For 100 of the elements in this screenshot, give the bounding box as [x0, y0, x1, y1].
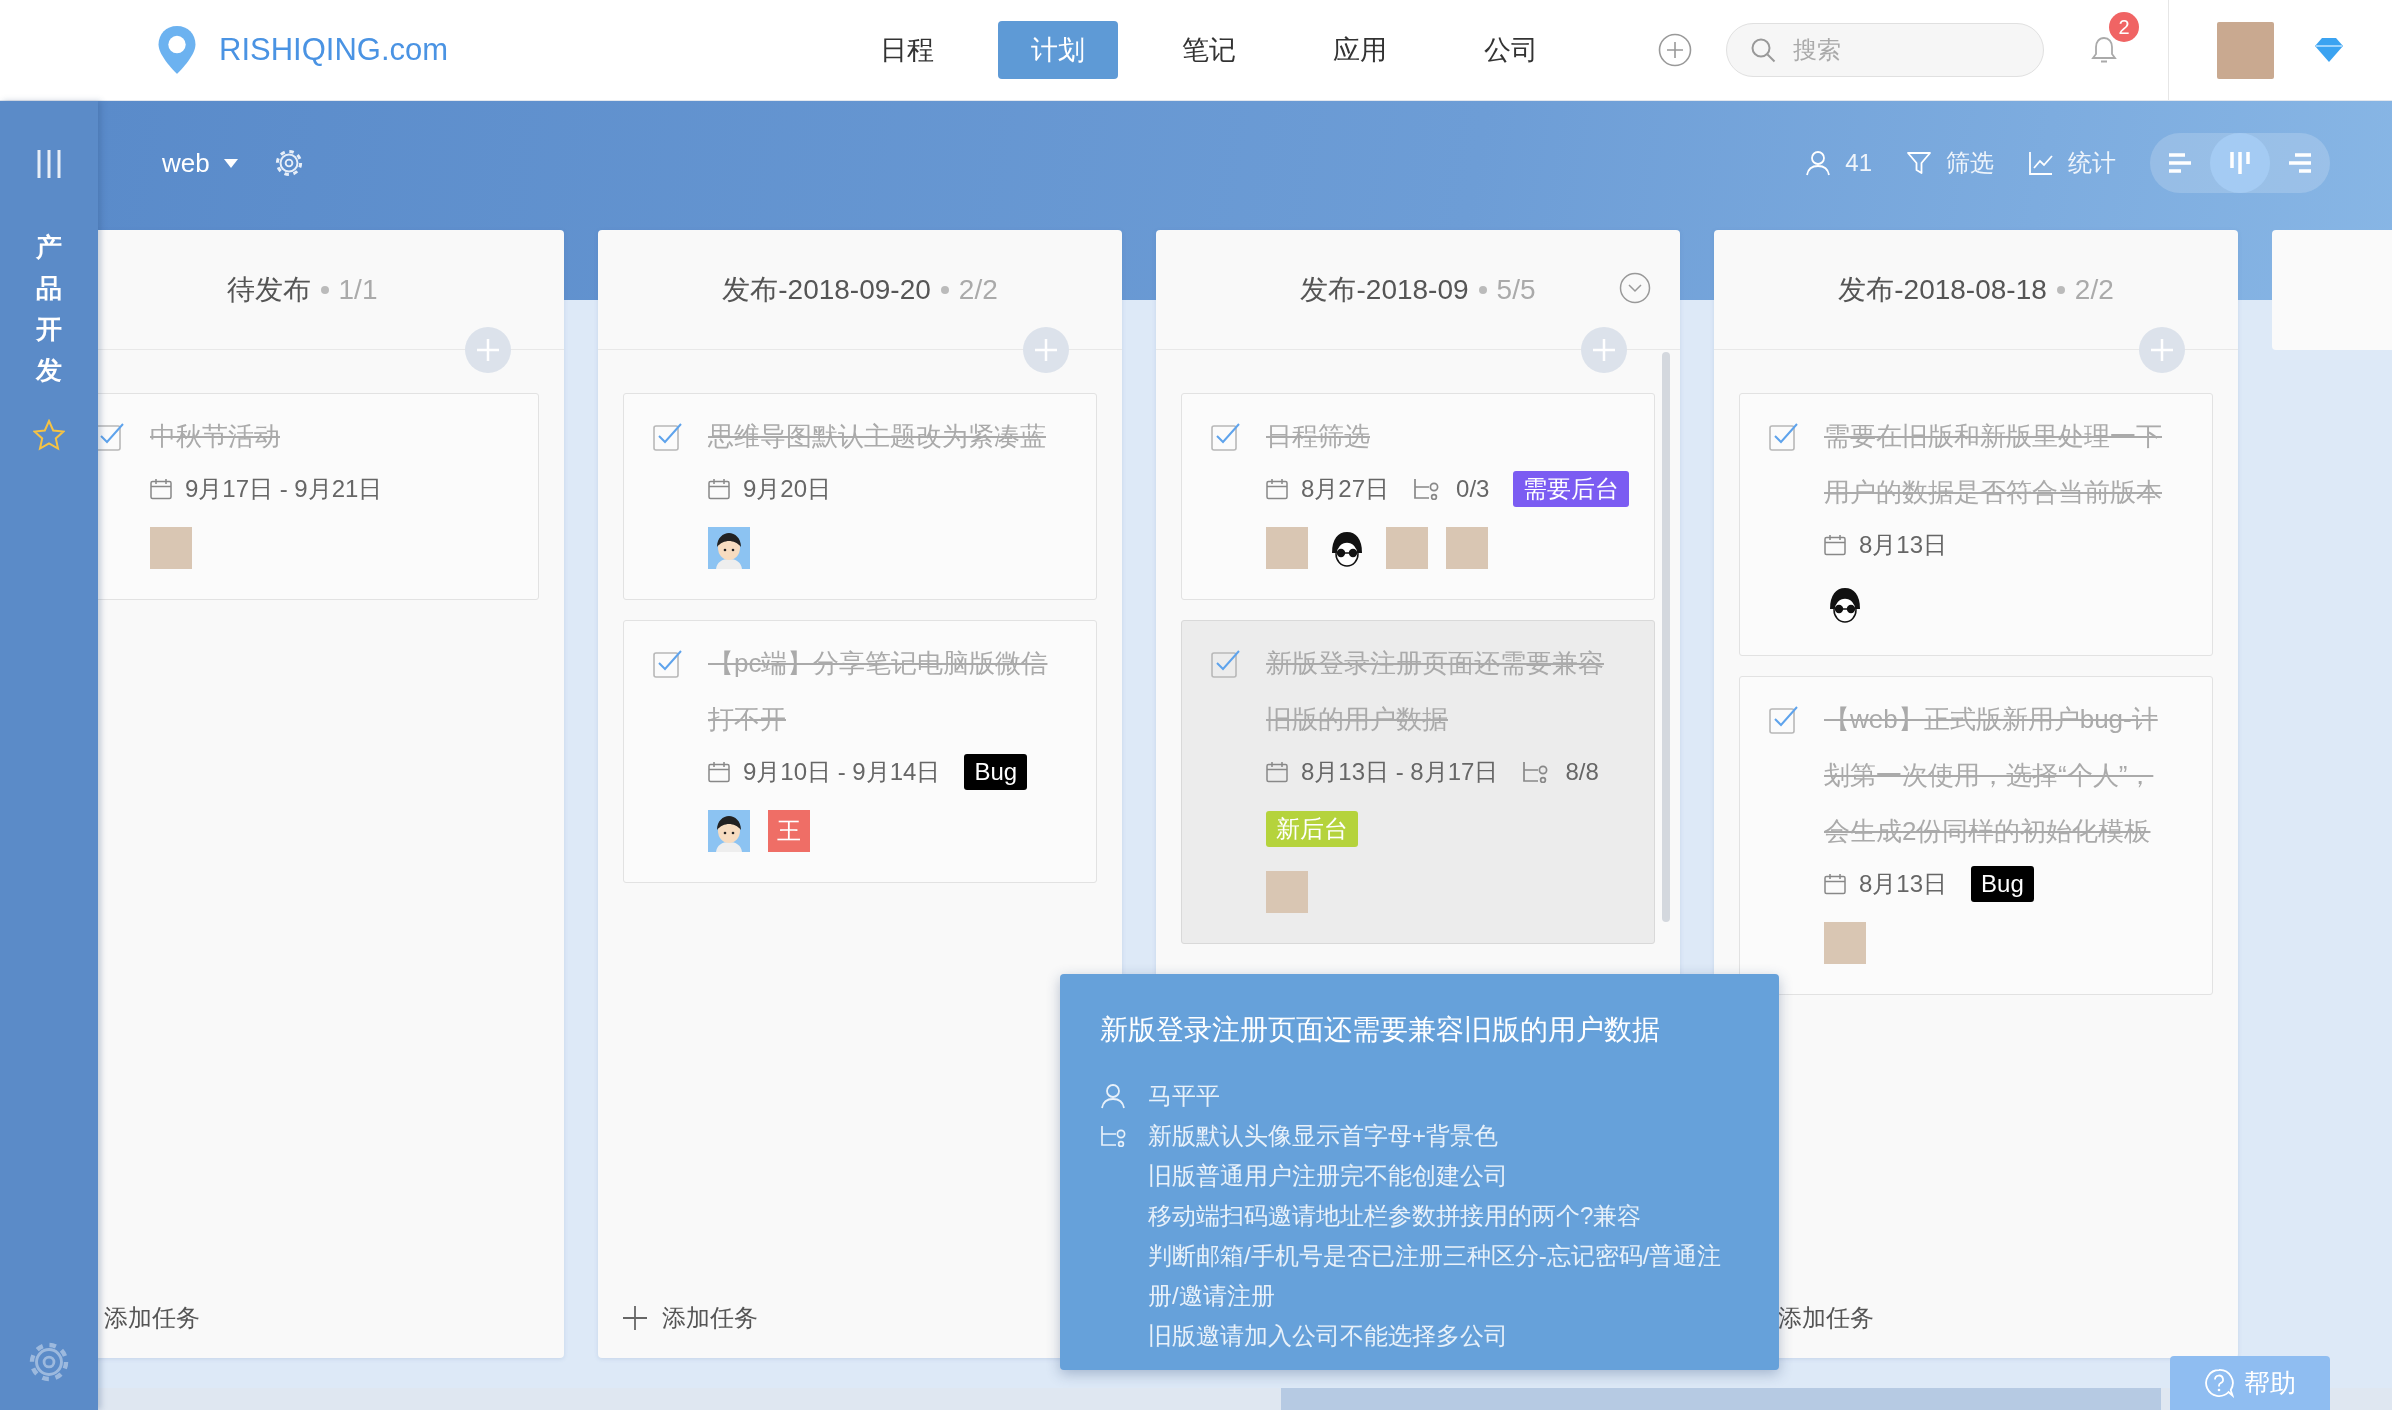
- help-icon: [2204, 1368, 2234, 1398]
- task-title: 日程筛选: [1266, 420, 1371, 453]
- checkbox-icon[interactable]: [653, 648, 683, 678]
- subtask-item: 移动端扫码邀请地址栏参数拼接用的两个?兼容: [1148, 1201, 1643, 1231]
- project-name: 产品开发: [36, 231, 62, 387]
- caret-icon: [223, 158, 238, 168]
- task-card[interactable]: 【pc端】分享笔记电脑版微信打不开 9月10日 - 9月14日 Bug 王: [623, 620, 1097, 883]
- subtask-item: 旧版邀请加入公司不能选择多公司: [1148, 1321, 1509, 1351]
- task-date: 8月27日: [1301, 474, 1390, 504]
- subtask-count: 8/8: [1565, 758, 1599, 786]
- task-title: 新版登录注册页面还需要兼容旧版的用户数据: [1266, 647, 1605, 736]
- settings-icon[interactable]: [273, 148, 304, 178]
- timeline-view-icon: [2287, 150, 2313, 176]
- column-count: 1/1: [338, 273, 378, 306]
- plus-icon: [476, 338, 500, 362]
- logo-text[interactable]: RISHIQING.com: [219, 32, 449, 68]
- checkbox-icon[interactable]: [653, 421, 683, 451]
- add-task-button[interactable]: [1581, 327, 1627, 373]
- separator-dot-icon: [940, 285, 949, 294]
- column-count: 2/2: [958, 273, 998, 306]
- column-count: 5/5: [1496, 273, 1536, 306]
- checkbox-icon[interactable]: [1769, 421, 1799, 451]
- avatar-photo: [1266, 871, 1308, 913]
- plus-icon: [1592, 338, 1616, 362]
- task-date: 9月17日 - 9月21日: [185, 474, 383, 504]
- avatar-photo: [150, 527, 192, 569]
- task-card[interactable]: 需要在旧版和新版里处理一下用户的数据是否符合当前版本 8月13日: [1739, 393, 2213, 656]
- task-date: 8月13日: [1859, 530, 1948, 560]
- add-task-button[interactable]: 添加任务: [98, 1302, 200, 1334]
- subtask-item: 新版默认头像显示首字母+背景色: [1148, 1121, 1499, 1151]
- settings-icon[interactable]: [27, 1340, 71, 1384]
- task-title: 思维导图默认主题改为紧凑蓝: [708, 420, 1047, 453]
- subtask-item: 判断邮箱/手机号是否已注册三种区分-忘记密码/普通注册/邀请注册: [1148, 1241, 1723, 1311]
- task-title: 【web】正式版新用户bug-计划第一次使用，选择“个人”，会生成2份同样的初始化模板: [1824, 703, 2159, 848]
- menu-icon[interactable]: [35, 148, 63, 180]
- plus-icon: [2150, 338, 2174, 362]
- add-task-button[interactable]: 添加任务: [622, 1302, 758, 1334]
- separator-dot-icon: [2056, 285, 2065, 294]
- subtask-count: 0/3: [1456, 475, 1490, 503]
- task-title: 需要在旧版和新版里处理一下用户的数据是否符合当前版本: [1824, 420, 2163, 509]
- checkbox-icon[interactable]: [98, 421, 125, 451]
- nav-tab[interactable]: 计划: [998, 21, 1118, 79]
- task-date: 8月13日 - 8月17日: [1301, 757, 1499, 787]
- search-field[interactable]: 搜索: [1726, 23, 2044, 77]
- task-card[interactable]: 新版登录注册页面还需要兼容旧版的用户数据 8月13日 - 8月17日 8/8 新后台: [1181, 620, 1655, 944]
- filter-icon: [1906, 150, 1932, 176]
- task-tag: 新后台: [1266, 811, 1358, 847]
- column-title: 发布-2018-09-20: [722, 272, 931, 307]
- task-tag: Bug: [964, 754, 1028, 790]
- calendar-icon: [1266, 478, 1288, 500]
- calendar-icon: [150, 478, 172, 500]
- checkbox-icon[interactable]: [1769, 704, 1799, 734]
- user-icon: [1805, 150, 1832, 176]
- avatar-photo: [1266, 527, 1308, 569]
- nav-tab[interactable]: 日程: [847, 21, 967, 79]
- add-task-button[interactable]: [465, 327, 511, 373]
- task-card[interactable]: 中秋节活动 9月17日 - 9月21日: [98, 393, 539, 600]
- task-card[interactable]: 日程筛选 8月27日 0/3 需要后台: [1181, 393, 1655, 600]
- initial-avatar: 王: [768, 810, 810, 852]
- task-card[interactable]: 【web】正式版新用户bug-计划第一次使用，选择“个人”，会生成2份同样的初始化模板 8月13日 Bug: [1739, 676, 2213, 995]
- avatar-photo: [1386, 527, 1428, 569]
- list-view-icon: [2167, 150, 2193, 176]
- cartoon-avatar-icon: [708, 810, 750, 852]
- task-date: 9月20日: [743, 474, 832, 504]
- task-card[interactable]: 思维导图默认主题改为紧凑蓝 9月20日: [623, 393, 1097, 600]
- column-title: 待发布: [226, 272, 311, 307]
- column-title: 发布-2018-08-18: [1838, 272, 2047, 307]
- task-title: 【pc端】分享笔记电脑版微信打不开: [708, 647, 1049, 736]
- assignee-name: 马平平: [1148, 1081, 1221, 1111]
- checkbox-icon[interactable]: [1211, 648, 1241, 678]
- calendar-icon: [1266, 761, 1288, 783]
- scrollbar-thumb[interactable]: [1281, 1388, 2161, 1410]
- separator-dot-icon: [1478, 285, 1487, 294]
- column-title: 发布-2018-09: [1300, 272, 1469, 307]
- add-task-button[interactable]: [2139, 327, 2185, 373]
- plus-icon: [1034, 338, 1058, 362]
- scrollbar[interactable]: [1662, 352, 1670, 922]
- task-date: 8月13日: [1859, 869, 1948, 899]
- star-icon[interactable]: [33, 419, 65, 451]
- chevron-down-icon[interactable]: [1619, 272, 1651, 304]
- add-icon[interactable]: [1658, 33, 1692, 67]
- task-tag: 需要后台: [1513, 471, 1630, 507]
- nav-tab[interactable]: 笔记: [1149, 21, 1269, 79]
- add-task-button[interactable]: [1023, 327, 1069, 373]
- checkbox-icon[interactable]: [1211, 421, 1241, 451]
- add-task-button[interactable]: 添加任务: [1738, 1302, 1874, 1334]
- nav-tab[interactable]: 公司: [1451, 21, 1571, 79]
- nav-tab[interactable]: 应用: [1300, 21, 1420, 79]
- calendar-icon: [708, 761, 730, 783]
- avatar-photo: [1446, 527, 1488, 569]
- project-dropdown[interactable]: web: [162, 147, 238, 179]
- avatar-photo[interactable]: [2217, 21, 2274, 79]
- avatar-photo: [1824, 922, 1866, 964]
- cartoon-avatar-icon: [708, 527, 750, 569]
- bell-icon[interactable]: [2090, 35, 2118, 65]
- search-icon: [1750, 37, 1776, 63]
- board-view-icon: [2227, 150, 2253, 176]
- user-icon: [1100, 1083, 1126, 1109]
- diamond-icon[interactable]: [2314, 37, 2344, 63]
- calendar-icon: [1824, 534, 1846, 556]
